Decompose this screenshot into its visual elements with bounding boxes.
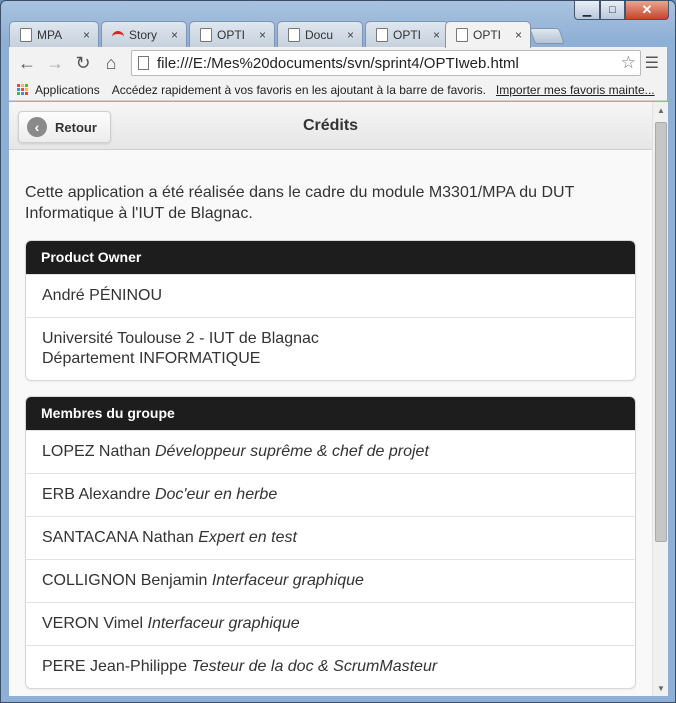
page-icon (288, 27, 300, 42)
product-owner-list: Product Owner André PÉNINOU Université T… (25, 240, 636, 381)
tab-mpa[interactable]: MPA × (9, 21, 99, 47)
tab-title: MPA (37, 27, 63, 42)
page-icon (456, 28, 468, 42)
tab-title: Docu (305, 27, 334, 42)
tab-strip: MPA × Story × OPTI × Docu × OPTI × OPTI … (9, 21, 669, 48)
vertical-scrollbar[interactable]: ▲ ▼ (652, 102, 668, 696)
member-role: Interfaceur graphique (147, 615, 300, 632)
member-name: SANTACANA Nathan (42, 529, 194, 546)
scroll-up-icon[interactable]: ▲ (653, 102, 669, 118)
close-window-button[interactable]: ✕ (625, 1, 669, 20)
tab-title: OPTI (217, 27, 246, 42)
tab-opti-1[interactable]: OPTI × (189, 21, 275, 47)
page-viewport: ‹ Retour Crédits Cette application a été… (9, 102, 652, 696)
list-item: SANTACANA Nathan Expert en test (26, 516, 635, 559)
scroll-down-icon[interactable]: ▼ (653, 680, 669, 696)
tab-opti-2[interactable]: OPTI × (365, 21, 449, 47)
tab-title: OPTI (473, 28, 502, 42)
new-tab-button[interactable] (529, 28, 565, 44)
member-name: PERE Jean-Philippe (42, 658, 187, 675)
address-bar[interactable]: file:///E:/Mes%20documents/svn/sprint4/O… (131, 50, 641, 76)
bookmark-star-icon[interactable]: ☆ (621, 53, 636, 73)
forward-arrow-icon[interactable]: → (41, 49, 69, 77)
list-item: LOPEZ Nathan Développeur suprême & chef … (26, 430, 635, 473)
list-item: Université Toulouse 2 - IUT de Blagnac D… (26, 317, 635, 380)
page-content: Cette application a été réalisée dans le… (9, 150, 652, 689)
member-role: Interfaceur graphique (211, 572, 364, 589)
page-icon (200, 27, 212, 42)
member-role: Testeur de la doc & ScrumMasteur (191, 658, 438, 675)
minimize-button[interactable]: ▁ (574, 1, 600, 20)
page-icon (138, 56, 149, 70)
close-icon[interactable]: × (171, 28, 178, 42)
affiliation-line: Département INFORMATIQUE (42, 350, 261, 367)
close-icon[interactable]: × (515, 28, 522, 42)
close-icon[interactable]: × (83, 28, 90, 42)
scrollbar-thumb[interactable] (655, 122, 667, 542)
bookmarks-bar: Applications Accédez rapidement à vos fa… (9, 79, 667, 101)
page-title: Crédits (302, 117, 359, 134)
browser-window: ▁ □ ✕ MPA × Story × OPTI × Docu × OPTI × (0, 0, 676, 703)
list-item: ERB Alexandre Doc'eur en herbe (26, 473, 635, 516)
page-header: ‹ Retour Crédits (9, 102, 652, 150)
window-controls: ▁ □ ✕ (574, 1, 669, 20)
home-icon[interactable]: ⌂ (97, 49, 125, 77)
member-role: Développeur suprême & chef de projet (154, 443, 429, 460)
page-icon (20, 27, 32, 42)
tab-title: OPTI (393, 27, 422, 42)
close-icon[interactable]: × (433, 28, 440, 42)
member-role: Expert en test (198, 529, 297, 546)
reload-icon[interactable]: ↻ (69, 49, 97, 77)
tab-docu[interactable]: Docu × (277, 21, 363, 47)
browser-toolbar: ← → ↻ ⌂ file:///E:/Mes%20documents/svn/s… (9, 47, 667, 79)
arc-icon (112, 30, 124, 39)
tab-title: Story (129, 27, 158, 42)
member-role: Doc'eur en herbe (154, 486, 278, 503)
list-divider: Product Owner (26, 241, 635, 274)
list-divider: Membres du groupe (26, 397, 635, 430)
member-name: VERON Vimel (42, 615, 144, 632)
list-item: COLLIGNON Benjamin Interfaceur graphique (26, 559, 635, 602)
url-text[interactable]: file:///E:/Mes%20documents/svn/sprint4/O… (157, 55, 621, 72)
members-list: Membres du groupe LOPEZ Nathan Développe… (25, 396, 636, 689)
bookmarks-hint: Accédez rapidement à vos favoris en les … (111, 82, 486, 97)
close-icon[interactable]: × (259, 28, 266, 42)
list-item: VERON Vimel Interfaceur graphique (26, 602, 635, 645)
apps-grid-icon[interactable] (17, 83, 29, 96)
intro-text: Cette application a été réalisée dans le… (25, 184, 575, 222)
member-name: COLLIGNON Benjamin (42, 572, 208, 589)
member-name: ERB Alexandre (42, 486, 151, 503)
page-icon (376, 27, 388, 42)
member-name: LOPEZ Nathan (42, 443, 151, 460)
import-bookmarks-link[interactable]: Importer mes favoris mainte... (496, 83, 656, 97)
list-item: André PÉNINOU (26, 274, 635, 317)
apps-link[interactable]: Applications (35, 83, 100, 97)
back-arrow-icon[interactable]: ← (13, 49, 41, 77)
affiliation-line: Université Toulouse 2 - IUT de Blagnac (42, 330, 319, 347)
tab-story[interactable]: Story × (101, 21, 187, 47)
maximize-button[interactable]: □ (600, 1, 625, 20)
product-owner-name: André PÉNINOU (42, 287, 163, 304)
close-icon[interactable]: × (347, 28, 354, 42)
tab-opti-active[interactable]: OPTI × (445, 21, 531, 48)
list-item: PERE Jean-Philippe Testeur de la doc & S… (26, 645, 635, 688)
menu-icon[interactable]: ☰ (645, 53, 659, 73)
